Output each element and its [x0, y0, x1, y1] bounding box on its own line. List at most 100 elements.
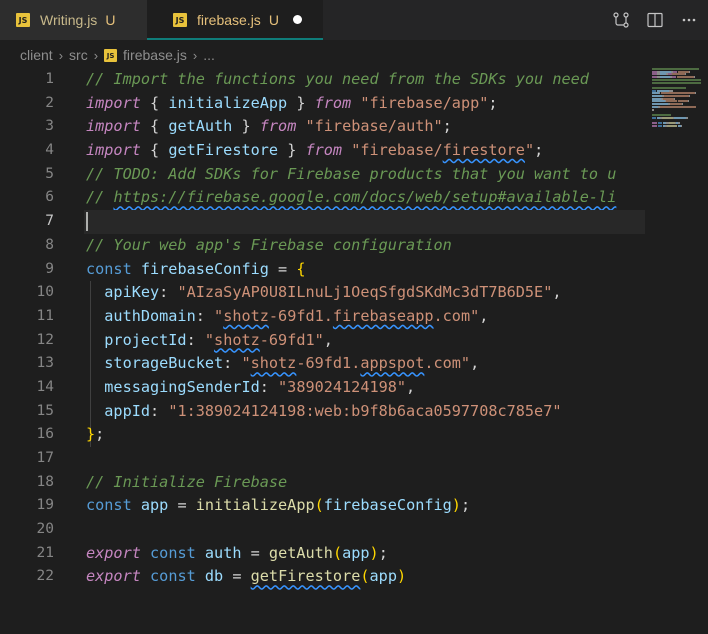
minimap-token: [652, 108, 654, 111]
code-token: // TODO: Add SDKs for Firebase products …: [86, 164, 617, 183]
code-token: (: [332, 543, 343, 562]
code-token: import: [86, 93, 141, 112]
code-token: ;: [534, 141, 544, 160]
code-line[interactable]: authDomain: "shotz-69fd1.firebaseapp.com…: [86, 305, 645, 329]
code-token: auth: [204, 543, 242, 562]
minimap-token: [674, 116, 686, 119]
code-line[interactable]: // TODO: Add SDKs for Firebase products …: [86, 163, 645, 187]
code-line[interactable]: // Your web app's Firebase configuration: [86, 234, 645, 258]
code-line[interactable]: const firebaseConfig = {: [86, 258, 645, 282]
minimap-token: [680, 124, 682, 127]
code-line[interactable]: // Initialize Firebase: [86, 471, 645, 495]
code-line[interactable]: const app = initializeApp(firebaseConfig…: [86, 494, 645, 518]
code-token: app: [342, 543, 370, 562]
code-line[interactable]: };: [86, 423, 645, 447]
code-line[interactable]: messagingSenderId: "389024124198",: [86, 376, 645, 400]
code-token: ): [369, 543, 379, 562]
minimap[interactable]: [650, 68, 706, 128]
code-token: "firebase/app": [360, 93, 489, 112]
code-line[interactable]: [86, 518, 645, 542]
code-token: messagingSenderId: [86, 377, 260, 396]
code-token: export: [86, 567, 141, 586]
code-line[interactable]: // https://firebase.google.com/docs/web/…: [86, 186, 645, 210]
code-line[interactable]: export const auth = getAuth(app);: [86, 542, 645, 566]
code-line[interactable]: appId: "1:389024124198:web:b9f8b6aca0597…: [86, 400, 645, 424]
breadcrumb-item[interactable]: src: [69, 47, 88, 63]
code-line[interactable]: export const db = getFirestore(app): [86, 565, 645, 589]
code-line[interactable]: import { getFirestore } from "firebase/f…: [86, 139, 645, 163]
code-token: =: [168, 496, 196, 515]
line-number: 11: [36, 307, 54, 324]
source-control-icon[interactable]: [610, 9, 632, 31]
minimap-token: [693, 76, 695, 79]
js-file-icon: JS: [173, 12, 187, 27]
line-number: 2: [45, 94, 54, 111]
minimap-token: [695, 92, 697, 95]
code-token: export: [86, 543, 141, 562]
code-line[interactable]: projectId: "shotz-69fd1",: [86, 329, 645, 353]
minimap-token: [659, 105, 697, 108]
code-token: ,: [479, 306, 489, 325]
code-token: initializeApp: [195, 496, 315, 515]
minimap-token: [659, 76, 670, 79]
minimap-token: [652, 92, 659, 95]
code-token: :: [223, 354, 242, 373]
code-line[interactable]: storageBucket: "shotz-69fd1.appspot.com"…: [86, 352, 645, 376]
js-file-icon: JS: [104, 48, 118, 62]
code-token: shotz: [214, 330, 260, 349]
line-number: 4: [45, 142, 54, 159]
minimap-token: [668, 73, 672, 76]
line-number: 3: [45, 118, 54, 135]
minimap-token: [657, 122, 663, 124]
line-number: 12: [36, 331, 54, 348]
code-line[interactable]: apiKey: "AIzaSyAP0U8ILnuLj1OeqSfgdSKdMc3…: [86, 281, 645, 305]
code-token: :: [195, 306, 215, 325]
code-token: "1:389024124198:web:b9f8b6aca0597708c785…: [168, 401, 562, 420]
code-token: // Import the functions you need from th…: [86, 70, 589, 88]
code-token: import: [86, 141, 141, 160]
code-token: ,: [406, 377, 416, 396]
split-editor-icon[interactable]: [644, 9, 666, 31]
unsaved-changes-icon[interactable]: [292, 15, 302, 24]
code-editor[interactable]: 1 2 3 4 5 6 7 8 9 10 11 12 13 14 15 16 17 18 19 20 21 22 // I…: [0, 68, 645, 634]
tab-label: Writing.js: [40, 12, 98, 28]
code-token: const: [86, 259, 132, 278]
code-token: getAuth: [268, 543, 333, 562]
breadcrumb-file[interactable]: firebase.js: [123, 47, 187, 63]
code-token: appId: [86, 401, 151, 420]
code-line[interactable]: // Import the functions you need from th…: [86, 68, 645, 92]
minimap-token: [652, 116, 657, 119]
code-token: ,: [323, 330, 333, 349]
more-actions-icon[interactable]: [678, 9, 700, 31]
code-area[interactable]: // Import the functions you need from th…: [84, 68, 645, 589]
code-line[interactable]: [86, 447, 645, 471]
code-token: authDomain: [86, 306, 196, 325]
code-token: // Your web app's Firebase configuration: [86, 235, 452, 254]
minimap-token: [652, 68, 699, 70]
code-token: firebaseapp: [332, 306, 434, 325]
line-number: 10: [36, 284, 54, 301]
code-token: initializeApp: [168, 93, 288, 112]
code-line[interactable]: import { getAuth } from "firebase/auth";: [86, 115, 645, 139]
breadcrumb-symbols[interactable]: ...: [203, 47, 215, 63]
minimap-token: [652, 89, 657, 92]
code-token: ;: [442, 117, 452, 136]
code-token: ): [451, 496, 461, 515]
code-line[interactable]: [84, 210, 645, 234]
tab-firebase-js[interactable]: JS firebase.js U: [147, 0, 323, 40]
line-number-gutter: 1 2 3 4 5 6 7 8 9 10 11 12 13 14 15 16 17 18 19 20 21 22: [0, 68, 54, 589]
code-line[interactable]: import { initializeApp } from "firebase/…: [86, 92, 645, 116]
minimap-token: [667, 124, 678, 127]
code-token: "firebase/auth": [305, 117, 443, 136]
minimap-token: [652, 103, 669, 106]
code-token: https://firebase.google.com/docs/web/set…: [113, 188, 617, 207]
tab-writing-js[interactable]: JS Writing.js U: [0, 0, 147, 40]
breadcrumb-item[interactable]: client: [20, 47, 53, 63]
code-token: ;: [460, 496, 471, 515]
tab-bar: JS Writing.js U JS firebase.js U: [0, 0, 708, 40]
code-token: :: [150, 401, 169, 420]
code-token: .com": [433, 306, 480, 325]
